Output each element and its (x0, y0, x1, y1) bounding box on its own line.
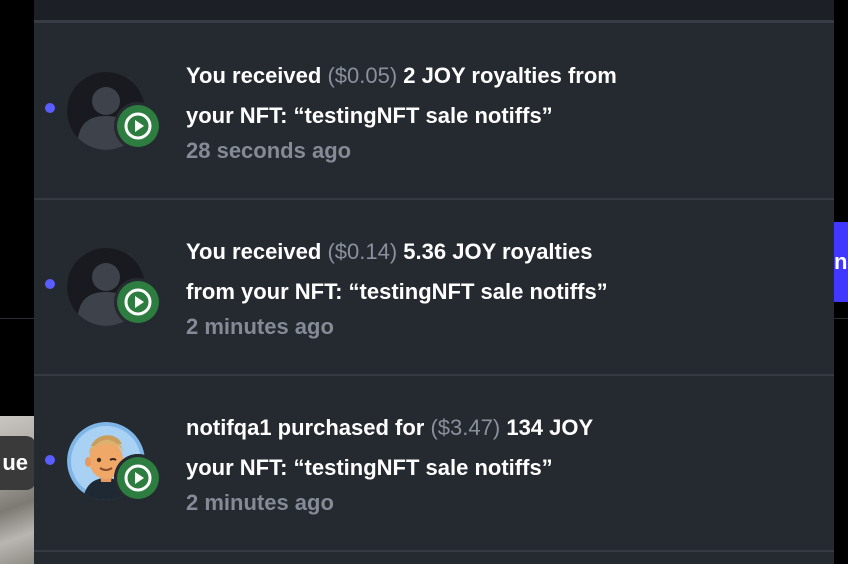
message-lead: You received (186, 239, 322, 264)
notification-timestamp: 28 seconds ago (186, 138, 352, 163)
unread-indicator-dot (45, 103, 55, 113)
play-badge-icon (114, 454, 162, 502)
notifications-panel: You received ($0.05) 2 JOY royalties fro… (34, 0, 834, 564)
notification-divider (34, 550, 834, 552)
background-video-thumbnail[interactable]: ue (0, 416, 34, 564)
notification-item[interactable]: You received ($0.14) 5.36 JOY royalties … (34, 200, 834, 376)
message-lead: notifqa1 purchased for (186, 415, 425, 440)
notification-message: You received ($0.14) 5.36 JOY royalties … (186, 232, 706, 312)
unread-indicator-dot (45, 279, 55, 289)
stage: nd ue (0, 0, 848, 564)
message-line2: from your NFT: “testingNFT sale notiffs” (186, 279, 608, 304)
background-pill-label: ue (0, 436, 34, 490)
notification-item[interactable]: You received ($0.05) 2 JOY royalties fro… (34, 24, 834, 200)
panel-header-strip (34, 0, 834, 20)
play-badge-icon (114, 102, 162, 150)
message-tail: 134 JOY (506, 415, 594, 440)
message-lead: You received (186, 63, 322, 88)
panel-header-divider (34, 20, 834, 23)
background-action-button[interactable]: nd (832, 222, 848, 302)
unread-indicator-dot (45, 455, 55, 465)
notification-item[interactable]: notifqa1 purchased for ($3.47) 134 JOY y… (34, 376, 834, 552)
fiat-amount: ($0.14) (327, 239, 398, 264)
notification-message: You received ($0.05) 2 JOY royalties fro… (186, 56, 706, 136)
message-tail: 5.36 JOY royalties (403, 239, 593, 264)
notification-timestamp: 2 minutes ago (186, 314, 334, 339)
message-line2: your NFT: “testingNFT sale notiffs” (186, 103, 553, 128)
message-line2: your NFT: “testingNFT sale notiffs” (186, 455, 553, 480)
fiat-amount: ($3.47) (430, 415, 501, 440)
notification-timestamp: 2 minutes ago (186, 490, 334, 515)
notification-message: notifqa1 purchased for ($3.47) 134 JOY y… (186, 408, 706, 488)
message-tail: 2 JOY royalties from (403, 63, 617, 88)
play-badge-icon (114, 278, 162, 326)
fiat-amount: ($0.05) (327, 63, 398, 88)
